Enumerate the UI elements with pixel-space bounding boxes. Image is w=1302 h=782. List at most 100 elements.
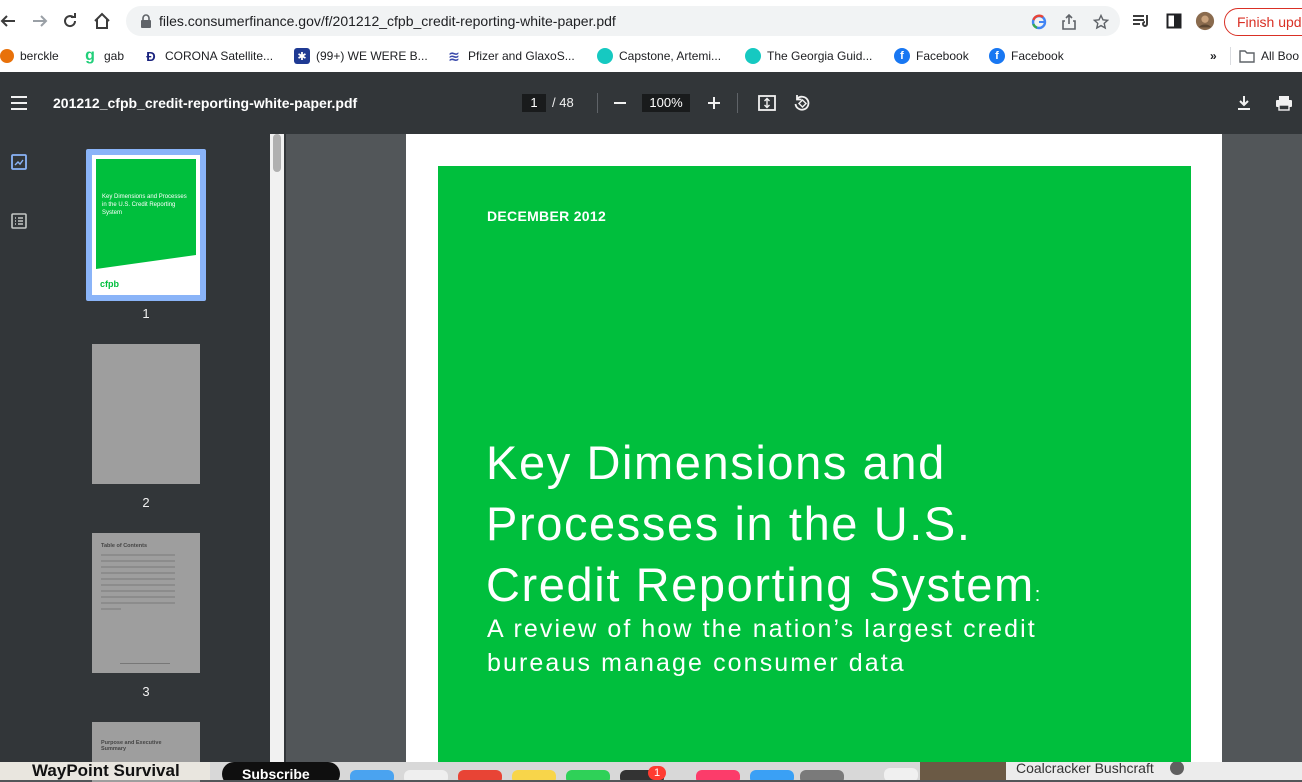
thumbnail-number: 2: [142, 495, 150, 510]
dock-app-icon[interactable]: [458, 770, 502, 780]
profile-avatar[interactable]: [1195, 11, 1215, 31]
cover-subtitle: A review of how the nation’s largest cre…: [487, 612, 1167, 680]
thumbnail-number: 3: [142, 684, 150, 699]
all-bookmarks-folder[interactable]: All Boo: [1239, 47, 1299, 65]
toc-lines: [101, 554, 175, 610]
channel-title: WayPoint Survival: [32, 762, 180, 780]
bookmark-gab[interactable]: g gab: [82, 47, 124, 65]
reading-list-icon[interactable]: [1131, 11, 1151, 31]
thumbnail-sidebar: Key Dimensions and Processes in the U.S.…: [0, 134, 286, 782]
download-icon[interactable]: [1234, 93, 1254, 113]
cover-subtitle-line-2: bureaus manage consumer data: [487, 649, 906, 677]
page-count: / 48: [552, 95, 574, 110]
facebook-icon: f: [894, 48, 910, 64]
thumbnail-page-1-image: Key Dimensions and Processes in the U.S.…: [92, 155, 200, 295]
bookmark-berckle[interactable]: berckle: [0, 47, 59, 65]
sidebar-scrollbar-thumb[interactable]: [273, 134, 281, 172]
subscribe-button[interactable]: Subscribe: [222, 762, 340, 780]
folder-label: All Boo: [1261, 49, 1300, 63]
browser-chrome: files.consumerfinance.gov/f/201212_cfpb_…: [0, 0, 1302, 72]
cover-panel: DECEMBER 2012 Key Dimensions and Process…: [438, 166, 1191, 780]
thumbnail-number: 1: [142, 306, 150, 321]
thumbnail-page-2[interactable]: [92, 344, 200, 484]
channel-info-area: Coalcracker Bushcraft: [1006, 762, 1302, 780]
pdf-title: 201212_cfpb_credit-reporting-white-paper…: [53, 95, 358, 111]
cover-date: DECEMBER 2012: [487, 208, 607, 224]
toolbar-divider: [737, 93, 738, 113]
fit-to-page-icon[interactable]: [757, 93, 777, 113]
bookmark-label: Facebook: [1011, 49, 1064, 63]
bookmarks-overflow-button[interactable]: »: [1210, 47, 1217, 65]
bookmark-facebook-2[interactable]: f Facebook: [989, 47, 1064, 65]
address-bar-row: files.consumerfinance.gov/f/201212_cfpb_…: [0, 0, 1302, 42]
pfizer-icon: ≋: [448, 47, 460, 64]
reload-icon[interactable]: [58, 9, 82, 33]
folder-icon: [1239, 48, 1255, 64]
cover-title-line-2: Processes in the U.S.: [486, 497, 972, 550]
facebook-icon: f: [989, 48, 1005, 64]
bookmark-star-icon[interactable]: [1092, 13, 1110, 31]
dock-messages-icon[interactable]: [566, 770, 610, 780]
notification-badge: 1: [648, 766, 666, 780]
thumbnail-page-3[interactable]: Table of Contents: [92, 533, 200, 673]
url-text: files.consumerfinance.gov/f/201212_cfpb_…: [159, 13, 616, 29]
thumbnail-4-heading: Purpose and Executive Summary: [101, 740, 162, 752]
thumbnail-1-title: Key Dimensions and Processes in the U.S.…: [102, 194, 187, 216]
thumbnail-page-1[interactable]: Key Dimensions and Processes in the U.S.…: [86, 149, 206, 301]
bookmark-capstone[interactable]: Capstone, Artemi...: [597, 47, 721, 65]
bookmarks-bar: berckle g gab Ð CORONA Satellite... ✱ (9…: [0, 42, 1302, 70]
footer-line: [120, 663, 170, 664]
dock-finder-icon[interactable]: [350, 770, 394, 780]
gab-icon: g: [85, 47, 95, 64]
google-icon[interactable]: [1030, 13, 1048, 31]
corona-icon: Ð: [146, 48, 156, 64]
video-title-area: WayPoint Survival: [0, 762, 210, 780]
menu-icon[interactable]: [9, 93, 29, 113]
zoom-level-input[interactable]: 100%: [642, 94, 690, 112]
dock-safari-icon[interactable]: [750, 770, 794, 780]
bookmark-label: Facebook: [916, 49, 969, 63]
cover-title-colon: :: [1034, 584, 1042, 606]
flag-icon: ✱: [294, 48, 310, 64]
bookmark-georgia-guide[interactable]: The Georgia Guid...: [745, 47, 872, 65]
thumbnails-view-icon[interactable]: [10, 153, 28, 171]
bookmark-we-were-b[interactable]: ✱ (99+) WE WERE B...: [294, 47, 428, 65]
page-number-input[interactable]: 1: [522, 94, 546, 112]
georgia-icon: [745, 48, 761, 64]
cover-subtitle-line-1: A review of how the nation’s largest cre…: [487, 615, 1037, 643]
bookmark-label: The Georgia Guid...: [767, 49, 873, 63]
capstone-icon: [597, 48, 613, 64]
bookmark-corona-satellite[interactable]: Ð CORONA Satellite...: [143, 47, 273, 65]
share-icon[interactable]: [1060, 13, 1078, 31]
dock-music-icon[interactable]: [696, 770, 740, 780]
outline-view-icon[interactable]: [10, 212, 28, 230]
cover-title: Key Dimensions and Processes in the U.S.…: [486, 432, 1166, 626]
print-icon[interactable]: [1273, 93, 1295, 113]
zoom-in-icon[interactable]: [704, 93, 724, 113]
home-icon[interactable]: [90, 9, 114, 33]
bookmark-label: (99+) WE WERE B...: [316, 49, 428, 63]
channel-name: Coalcracker Bushcraft: [1016, 762, 1154, 776]
dock-app-icon[interactable]: [404, 770, 448, 780]
dock-notes-icon[interactable]: [512, 770, 556, 780]
rotate-icon[interactable]: [792, 93, 812, 113]
dock-app-icon[interactable]: [800, 770, 844, 780]
subscribe-label: Subscribe: [242, 766, 310, 780]
omnibox[interactable]: files.consumerfinance.gov/f/201212_cfpb_…: [126, 6, 1120, 36]
verified-check-icon: [1170, 762, 1184, 775]
bookmark-label: Pfizer and GlaxoS...: [468, 49, 575, 63]
bookmark-pfizer[interactable]: ≋ Pfizer and GlaxoS...: [446, 47, 575, 65]
back-arrow-icon[interactable]: [0, 9, 20, 33]
dock-app-icon[interactable]: [884, 768, 918, 780]
side-panel-icon[interactable]: [1164, 11, 1184, 31]
sidebar-scrollbar[interactable]: [270, 134, 284, 780]
cover-title-line-1: Key Dimensions and: [486, 436, 946, 489]
bookmark-label: Capstone, Artemi...: [619, 49, 722, 63]
forward-arrow-icon[interactable]: [28, 9, 52, 33]
zoom-out-icon[interactable]: [610, 93, 630, 113]
finish-update-button[interactable]: Finish upda: [1224, 8, 1302, 36]
lock-icon: [138, 13, 154, 29]
toolbar-divider: [597, 93, 598, 113]
pdf-toolbar: 201212_cfpb_credit-reporting-white-paper…: [0, 72, 1302, 134]
bookmark-facebook-1[interactable]: f Facebook: [894, 47, 969, 65]
